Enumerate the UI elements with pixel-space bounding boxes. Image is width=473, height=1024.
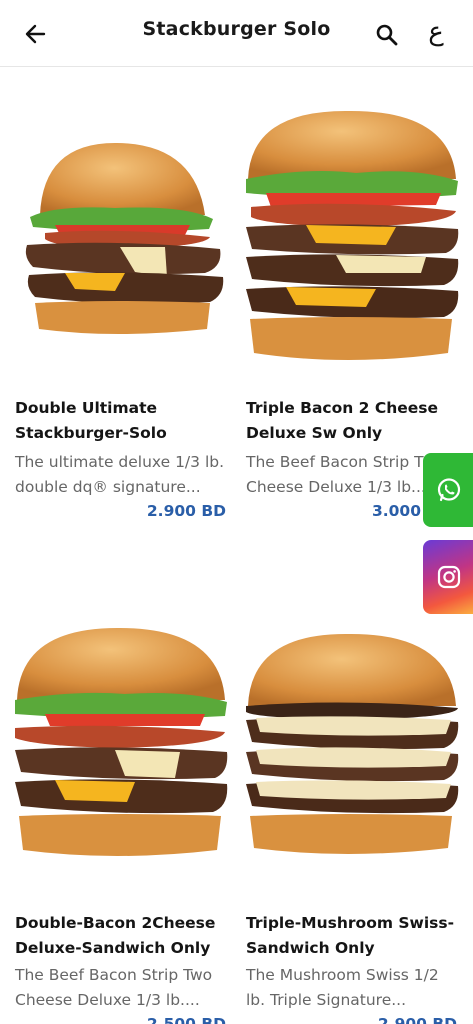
product-image [15, 622, 230, 922]
app-header: Stackburger Solo ع [0, 0, 473, 67]
language-toggle-button[interactable]: ع [424, 14, 448, 50]
product-name-line2: Stackburger-Solo [15, 424, 167, 442]
whatsapp-icon [437, 478, 461, 502]
product-price: 2.900 BD [146, 502, 226, 520]
product-price: 2.900 BD [377, 1015, 457, 1024]
product-price: 2.500 BD [146, 1015, 226, 1024]
instagram-button[interactable] [423, 540, 473, 614]
product-description-line2: lb. Triple Signature... [246, 991, 407, 1009]
burger-image [246, 110, 459, 360]
product-card[interactable]: Triple-Mushroom Swiss- Sandwich Only The… [246, 622, 461, 1024]
product-card[interactable]: Double-Bacon 2Cheese Deluxe-Sandwich Onl… [15, 622, 230, 1024]
product-name-line1: Triple Bacon 2 Cheese [246, 399, 439, 417]
product-price: 3.000 [371, 502, 421, 520]
product-description-line1: The Mushroom Swiss 1/2 [246, 966, 439, 984]
product-description-line1: The Beef Bacon Strip Two [15, 966, 213, 984]
product-image [15, 67, 230, 367]
page-title: Stackburger Solo [142, 18, 331, 40]
product-image [246, 622, 461, 922]
burger-image [246, 633, 459, 854]
product-name-line1: Double-Bacon 2Cheese [15, 914, 216, 932]
product-description-line2: double dq® signature... [15, 478, 201, 496]
product-image [246, 67, 461, 367]
instagram-icon [437, 565, 461, 589]
product-card[interactable]: Double Ultimate Stackburger-Solo The ult… [15, 67, 230, 527]
product-description-line1: The ultimate deluxe 1/3 lb. [15, 453, 225, 471]
product-name-line2: Deluxe Sw Only [246, 424, 383, 442]
product-grid: Double Ultimate Stackburger-Solo The ult… [0, 67, 473, 1024]
search-icon [376, 24, 398, 46]
whatsapp-button[interactable] [423, 453, 473, 527]
product-name-line1: Triple-Mushroom Swiss- [246, 914, 455, 932]
burger-image [15, 627, 228, 856]
product-name-line2: Deluxe-Sandwich Only [15, 939, 211, 957]
product-name-line2: Sandwich Only [246, 939, 375, 957]
product-description-line2: Cheese Deluxe 1/3 lb.... [15, 991, 200, 1009]
burger-image [25, 142, 224, 334]
product-name-line1: Double Ultimate [15, 399, 158, 417]
search-button[interactable] [374, 22, 400, 48]
